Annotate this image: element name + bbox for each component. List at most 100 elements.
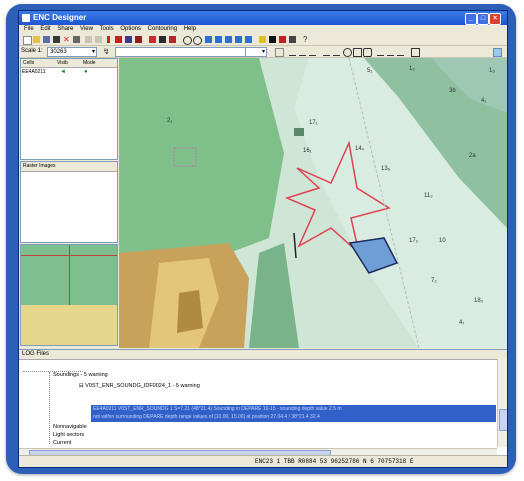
- tree-connector: [49, 372, 51, 444]
- panel-toggle-icon[interactable]: [493, 48, 502, 57]
- depth-label: 18₃: [474, 298, 484, 304]
- flag-icon[interactable]: [135, 36, 142, 43]
- cell-name: EE4A0211: [22, 69, 46, 75]
- symbol-icon[interactable]: [149, 36, 156, 43]
- save-all-icon[interactable]: [53, 36, 60, 43]
- vertex-delete-icon[interactable]: [397, 48, 404, 56]
- status-text: ENC23 1 TBB R0884 53 96252786 N 6 707573…: [255, 458, 414, 465]
- zoom-out-icon[interactable]: [193, 36, 202, 45]
- route-icon[interactable]: [125, 36, 132, 43]
- pan-left-icon[interactable]: [205, 36, 212, 43]
- maximize-button[interactable]: □: [477, 13, 489, 25]
- marker-icon[interactable]: [107, 36, 110, 43]
- menu-tools[interactable]: Tools: [100, 26, 114, 32]
- fill-icon[interactable]: [269, 36, 276, 43]
- cells-column-cells[interactable]: Cells: [23, 59, 34, 67]
- expand-icon[interactable]: ⊟: [79, 383, 84, 389]
- scale-toolbar: Scale 1: 30263 ▾ ↯ ▾: [19, 46, 507, 58]
- mode-icon[interactable]: ●: [84, 69, 88, 75]
- danger-icon[interactable]: [279, 36, 286, 43]
- pan-up-icon[interactable]: [225, 36, 232, 43]
- menu-file[interactable]: File: [24, 26, 34, 32]
- cells-column-mode[interactable]: Mode: [83, 59, 96, 67]
- curve-tool-icon[interactable]: [309, 48, 316, 56]
- select-tool-icon[interactable]: [275, 48, 284, 57]
- log-vertical-scrollbar[interactable]: [497, 359, 507, 447]
- vertex-move-icon[interactable]: [387, 48, 394, 56]
- new-icon[interactable]: [23, 36, 32, 45]
- menu-view[interactable]: View: [80, 26, 93, 32]
- depth-label: 7₂: [431, 278, 437, 284]
- arc-tool-icon[interactable]: [363, 48, 372, 57]
- open-icon[interactable]: [33, 36, 40, 43]
- menu-contouring[interactable]: Contouring: [148, 26, 177, 32]
- feature-marker[interactable]: [294, 128, 304, 136]
- depth-label: 2a: [469, 153, 476, 159]
- cut-icon[interactable]: [85, 36, 92, 43]
- depth-label: 1₅: [489, 68, 495, 74]
- selected-log-entry[interactable]: EE4A0211 V0ST_ENR_SOUNDG 1 S=7.21 (48°21…: [91, 405, 496, 422]
- pan-down-icon[interactable]: [235, 36, 242, 43]
- log-item-soundg[interactable]: ⊟ V0ST_ENR_SOUNDG_IDF0024_1 - 5 warning: [79, 383, 200, 390]
- menu-edit[interactable]: Edit: [40, 26, 50, 32]
- highlight-icon[interactable]: [259, 36, 266, 43]
- visibility-icon[interactable]: ◄: [60, 69, 66, 75]
- copy-icon[interactable]: [95, 36, 102, 43]
- scroll-thumb[interactable]: [499, 409, 507, 431]
- log-item-soundings[interactable]: Soundings - 5 warning: [53, 372, 108, 379]
- menu-options[interactable]: Options: [120, 26, 141, 32]
- overview-map[interactable]: [20, 244, 118, 346]
- zoom-in-icon[interactable]: [183, 36, 192, 45]
- log-panel-title[interactable]: LOG Files: [19, 350, 507, 360]
- cell-row[interactable]: EE4A0211 ◄ ●: [22, 69, 88, 75]
- map-canvas[interactable]: [119, 58, 507, 348]
- pan-right-icon[interactable]: [215, 36, 222, 43]
- raster-panel-title[interactable]: Raster Images: [21, 162, 117, 172]
- cells-column-visib[interactable]: Visib: [57, 59, 68, 67]
- raster-panel: Raster Images: [20, 161, 118, 243]
- grid-tool-icon[interactable]: [411, 48, 420, 57]
- built-up-area: [177, 290, 203, 333]
- depth-label: 11₃: [424, 193, 433, 199]
- polygon-tool-icon[interactable]: [353, 48, 362, 57]
- line-style-select[interactable]: ▾: [245, 47, 267, 57]
- title-bar[interactable]: ENC Designer _ □ ×: [19, 11, 507, 25]
- pin-icon[interactable]: [115, 36, 122, 43]
- save-icon[interactable]: [43, 36, 50, 43]
- cells-panel: Cells Visib Mode EE4A0211 ◄ ●: [20, 58, 118, 160]
- vertex-add-icon[interactable]: [377, 48, 384, 56]
- bookmark-icon[interactable]: [289, 36, 296, 43]
- depth-label: 4₇: [459, 320, 465, 326]
- log-item-current[interactable]: Current: [53, 440, 71, 447]
- depth-label: 1₂: [409, 66, 415, 72]
- menu-help[interactable]: Help: [184, 26, 196, 32]
- log-entry-line: not within surrounding DEPARE depth rang…: [93, 414, 320, 420]
- depth-label: 17₂: [409, 238, 419, 244]
- minimize-button[interactable]: _: [465, 13, 477, 25]
- buoy-icon[interactable]: [169, 36, 176, 43]
- menu-share[interactable]: Share: [57, 26, 73, 32]
- scale-value: 30263: [50, 49, 67, 55]
- depth-label: 14₄: [355, 146, 365, 152]
- print-icon[interactable]: [73, 36, 80, 43]
- angle-tool-icon[interactable]: [333, 48, 340, 56]
- measure-tool-icon[interactable]: [323, 48, 330, 56]
- depth-label: 17₁: [309, 120, 318, 126]
- tree-connector: [23, 364, 83, 372]
- line-tool-icon[interactable]: [289, 48, 296, 56]
- chart-map-view[interactable]: 17₁ 16₁ 14₄ 13₆ 11₃ 4₁ 17₂ 7₂ 4₇ 18₃ 3b …: [119, 58, 507, 348]
- help-icon[interactable]: ?: [303, 36, 310, 44]
- delete-icon[interactable]: ✕: [63, 36, 70, 44]
- edit-tool-icon[interactable]: ↯: [103, 48, 110, 56]
- circle-tool-icon[interactable]: [343, 48, 352, 57]
- layer-icon[interactable]: [159, 36, 166, 43]
- log-item-light-sectors[interactable]: Light sectors: [53, 432, 84, 439]
- close-button[interactable]: ×: [489, 13, 501, 25]
- log-item-nonnavigable[interactable]: Nonnavigable: [53, 424, 87, 431]
- polyline-tool-icon[interactable]: [299, 48, 306, 56]
- zoom-extent-icon[interactable]: [245, 36, 252, 43]
- log-entry-line: EE4A0211 V0ST_ENR_SOUNDG 1 S=7.21 (48°21…: [93, 406, 342, 412]
- menu-bar: File Edit Share View Tools Options Conto…: [19, 25, 507, 34]
- object-combo[interactable]: [115, 47, 247, 57]
- scale-select[interactable]: 30263 ▾: [47, 47, 97, 57]
